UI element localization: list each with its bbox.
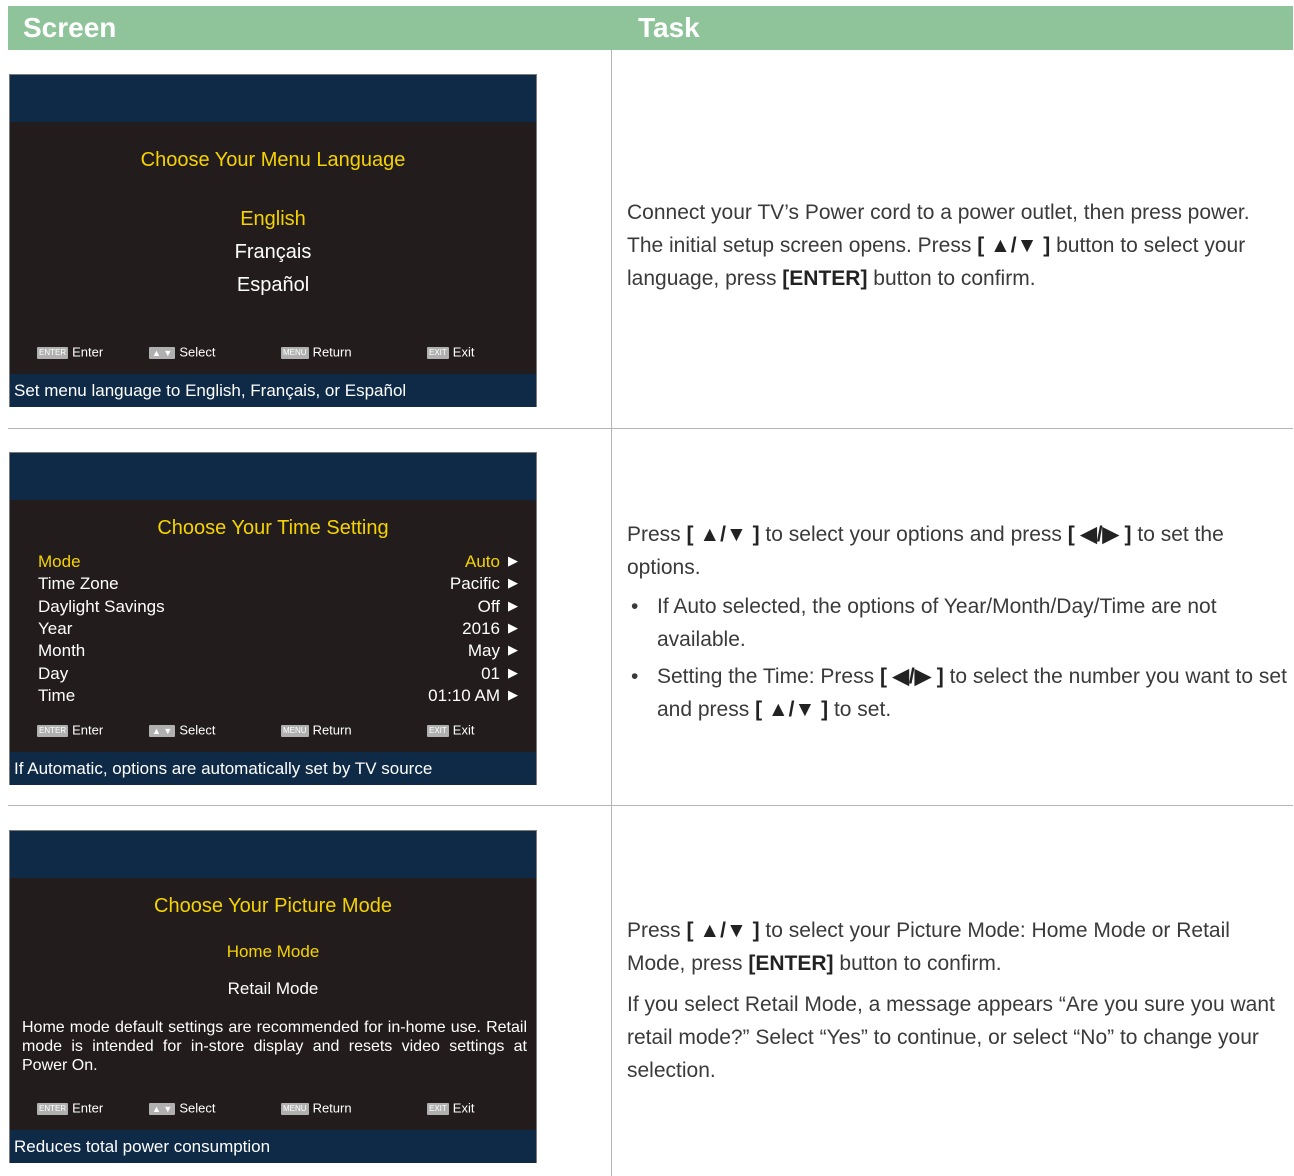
select-key-hint: ▲ ▼ Select xyxy=(149,344,215,360)
key-hints: ENTER Enter ▲ ▼ Select MENU Return EXIT Exit xyxy=(10,1100,536,1116)
screen-body: Choose Your Menu Language English França… xyxy=(10,122,536,374)
enter-key-hint: ENTER Enter xyxy=(37,722,104,738)
task-picture-mode: Press [ ▲/▼ ] to select your Picture Mod… xyxy=(627,914,1289,1087)
time-row-time-zone[interactable]: Time Zone Pacific ▶ xyxy=(38,574,518,596)
key-hints: ENTER Enter ▲ ▼ Select MENU Return EXIT Exit xyxy=(10,344,536,360)
time-row-time[interactable]: Time 01:10 AM ▶ xyxy=(38,686,518,708)
task-language: Connect your TV’s Power cord to a power … xyxy=(627,196,1289,295)
select-key-hint: ▲ ▼ Select xyxy=(149,1100,215,1116)
return-key-hint: MENU Return xyxy=(281,1100,352,1116)
enter-button-ref: [ENTER] xyxy=(782,267,868,290)
screen-title: Choose Your Menu Language xyxy=(140,149,406,171)
time-row-daylight-savings[interactable]: Daylight Savings Off ▶ xyxy=(38,597,518,619)
time-setting-screen: Choose Your Time Setting Mode Auto ▶ Time … xyxy=(9,452,537,785)
right-arrow-icon: ▶ xyxy=(508,642,518,657)
menu-key-icon: MENU xyxy=(281,346,309,359)
screen-footer: Reduces total power consumption xyxy=(10,1130,536,1163)
screen-footer: If Automatic, options are automatically … xyxy=(10,752,536,785)
task-time-setting: Press [ ▲/▼ ] to select your options and… xyxy=(627,518,1289,730)
task-paragraph: Press [ ▲/▼ ] to select your options and… xyxy=(627,523,1224,579)
time-row-year[interactable]: Year 2016 ▶ xyxy=(38,619,518,641)
right-arrow-icon: ▶ xyxy=(508,687,518,702)
exit-key-icon: EXIT xyxy=(427,346,449,359)
enter-key-hint: ENTER Enter xyxy=(37,1100,104,1116)
enter-key-icon: ENTER xyxy=(37,1102,69,1115)
task-bullets: If Auto selected, the options of Year/Mo… xyxy=(627,590,1289,726)
time-row-month[interactable]: Month May ▶ xyxy=(38,641,518,663)
right-arrow-icon: ▶ xyxy=(508,598,518,613)
up-down-button-ref: [ ▲/▼ ] xyxy=(977,234,1051,257)
task-paragraph: Press [ ▲/▼ ] to select your Picture Mod… xyxy=(627,919,1230,975)
enter-key-icon: ENTER xyxy=(37,724,69,737)
screen-title: Choose Your Picture Mode xyxy=(154,895,392,917)
bullet-auto: If Auto selected, the options of Year/Mo… xyxy=(627,590,1289,656)
return-key-hint: MENU Return xyxy=(281,722,352,738)
right-arrow-icon: ▶ xyxy=(508,665,518,680)
up-down-button-ref: [ ▲/▼ ] xyxy=(686,523,760,546)
enter-button-ref: [ENTER] xyxy=(748,952,834,975)
up-down-key-icon: ▲ ▼ xyxy=(149,724,176,737)
screen-footer: Set menu language to English, Français, … xyxy=(10,374,536,407)
time-row-day[interactable]: Day 01 ▶ xyxy=(38,664,518,686)
language-screen: Choose Your Menu Language English França… xyxy=(9,74,537,407)
language-option-francais[interactable]: Français xyxy=(10,241,536,264)
up-down-key-icon: ▲ ▼ xyxy=(149,346,176,359)
column-divider xyxy=(611,50,612,1176)
screen-body: Choose Your Picture Mode Home Mode Retai… xyxy=(10,878,536,1130)
select-key-hint: ▲ ▼ Select xyxy=(149,722,215,738)
table-header: Screen Task xyxy=(8,6,1293,50)
row-divider xyxy=(8,805,1293,806)
menu-key-icon: MENU xyxy=(281,1102,309,1115)
screen-column-header: Screen xyxy=(23,12,117,43)
menu-key-icon: MENU xyxy=(281,724,309,737)
exit-key-hint: EXIT Exit xyxy=(427,1100,475,1116)
row-divider xyxy=(8,428,1293,429)
exit-key-icon: EXIT xyxy=(427,724,449,737)
screen-top-bar xyxy=(10,831,536,878)
exit-key-hint: EXIT Exit xyxy=(427,344,475,360)
picture-mode-screen: Choose Your Picture Mode Home Mode Retai… xyxy=(9,830,537,1163)
task-paragraph-retail-warning: If you select Retail Mode, a message app… xyxy=(627,993,1275,1082)
screen-title: Choose Your Time Setting xyxy=(157,517,389,539)
return-key-hint: MENU Return xyxy=(281,344,352,360)
time-row-mode[interactable]: Mode Auto ▶ xyxy=(38,552,518,574)
enter-key-hint: ENTER Enter xyxy=(37,344,104,360)
picture-mode-option-retail[interactable]: Retail Mode xyxy=(10,979,536,999)
up-down-button-ref: [ ▲/▼ ] xyxy=(686,919,760,942)
task-column-header: Task xyxy=(638,12,700,43)
screen-top-bar xyxy=(10,75,536,122)
right-arrow-icon: ▶ xyxy=(508,575,518,590)
screen-body: Choose Your Time Setting Mode Auto ▶ Time … xyxy=(10,500,536,752)
exit-key-icon: EXIT xyxy=(427,1102,449,1115)
exit-key-hint: EXIT Exit xyxy=(427,722,475,738)
task-paragraph: Connect your TV’s Power cord to a power … xyxy=(627,201,1250,290)
bullet-setting-time: Setting the Time: Press [ ◀/▶ ] to selec… xyxy=(627,660,1289,726)
up-down-key-icon: ▲ ▼ xyxy=(149,1102,176,1115)
picture-mode-option-home[interactable]: Home Mode xyxy=(10,942,536,962)
screen-top-bar xyxy=(10,453,536,500)
right-arrow-icon: ▶ xyxy=(508,553,518,568)
language-option-english[interactable]: English xyxy=(10,208,536,231)
picture-mode-description: Home mode default settings are recommend… xyxy=(22,1019,527,1074)
key-hints: ENTER Enter ▲ ▼ Select MENU Return EXIT Exit xyxy=(10,722,536,738)
language-option-espanol[interactable]: Español xyxy=(10,274,536,297)
left-right-button-ref: [ ◀/▶ ] xyxy=(1067,523,1132,546)
right-arrow-icon: ▶ xyxy=(508,620,518,635)
enter-key-icon: ENTER xyxy=(37,346,69,359)
